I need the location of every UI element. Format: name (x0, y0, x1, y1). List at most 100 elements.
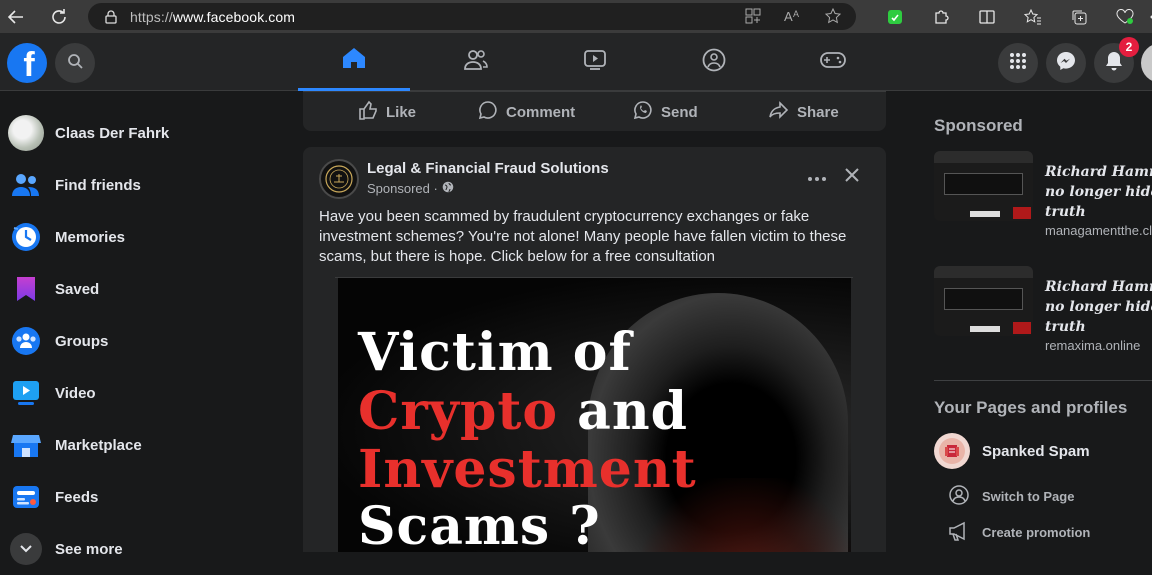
search-button[interactable] (55, 43, 95, 83)
headline-line-4: Scams ? (358, 500, 601, 552)
ad-domain: managamentthe.cl (1045, 223, 1152, 238)
ad-thumbnail[interactable] (934, 266, 1033, 336)
sidebar-item-label: Feeds (55, 489, 98, 506)
comment-button[interactable]: Comment (478, 92, 575, 132)
sponsored-label[interactable]: Sponsored · (367, 181, 438, 196)
groups-icon (702, 48, 726, 77)
close-icon (844, 167, 860, 188)
svg-text:A: A (784, 9, 793, 24)
sidebar-item-feeds[interactable]: Feeds (8, 471, 278, 523)
collections-icon[interactable] (1056, 0, 1102, 33)
reload-icon[interactable] (44, 0, 74, 33)
sidebar-item-label: Groups (55, 333, 108, 350)
sidebar-item-saved[interactable]: Saved (8, 263, 278, 315)
tab-friends[interactable] (420, 33, 532, 91)
friends-icon (464, 49, 488, 76)
tab-gaming[interactable] (777, 33, 889, 91)
sidebar-item-groups[interactable]: Groups (8, 315, 278, 367)
sidebar-item-label: Find friends (55, 177, 141, 194)
marketplace-icon (8, 427, 44, 463)
ad-title[interactable]: Richard Hammo no longer hides truth (1045, 277, 1152, 337)
sidebar-item-memories[interactable]: Memories (8, 211, 278, 263)
switch-to-page-button[interactable]: Switch to Page (948, 486, 1074, 506)
comment-icon (478, 100, 498, 124)
sidebar-item-label: See more (55, 541, 123, 558)
advertiser-name[interactable]: Legal & Financial Fraud Solutions (367, 160, 609, 177)
like-label: Like (386, 104, 416, 121)
share-button[interactable]: Share (769, 92, 839, 132)
menu-button[interactable] (998, 43, 1038, 83)
video-icon (583, 49, 607, 76)
notification-badge: 2 (1119, 37, 1139, 57)
bell-icon (1105, 51, 1123, 76)
home-icon (342, 47, 366, 74)
address-bar[interactable]: https://www.facebook.com AA (88, 3, 856, 30)
headline-word: Crypto (358, 381, 558, 442)
extensions-puzzle-icon[interactable] (918, 0, 964, 33)
messenger-icon (1056, 51, 1076, 76)
pages-heading: Your Pages and profiles (934, 398, 1127, 418)
facebook-header: f 2 (0, 33, 1152, 91)
post-options-button[interactable] (805, 165, 829, 189)
ad-title-line: Richard Hammo (1045, 277, 1152, 297)
ad-title-line: Richard Hammo (1045, 162, 1152, 182)
logo-letter: f (23, 47, 34, 83)
chevron-down-icon (8, 531, 44, 567)
video-icon (8, 375, 44, 411)
favorites-icon[interactable] (1010, 0, 1056, 33)
ad-title-line: no longer hides (1045, 297, 1152, 317)
more-icon[interactable] (1148, 0, 1152, 33)
sidebar-item-label: Saved (55, 281, 99, 298)
like-button[interactable]: Like (358, 92, 416, 132)
tab-video[interactable] (539, 33, 651, 91)
browser-health-icon[interactable] (1102, 0, 1148, 33)
like-icon (358, 100, 378, 124)
friends-icon (8, 167, 44, 203)
ad-domain: remaxima.online (1045, 338, 1140, 353)
tab-home[interactable] (298, 33, 410, 91)
sidebar-item-see-more[interactable]: See more (8, 523, 278, 575)
facebook-logo[interactable]: f (7, 43, 47, 83)
post-text: Have you been scammed by fraudulent cryp… (319, 207, 859, 267)
svg-text:A: A (793, 9, 799, 19)
lock-icon[interactable] (104, 10, 118, 24)
extension-green-icon[interactable] (872, 0, 918, 33)
headline-word: of (573, 322, 632, 383)
menu-grid-icon (1009, 52, 1027, 75)
groups-icon (8, 323, 44, 359)
headline-word: Victim (358, 322, 554, 383)
url-protocol: https:// (130, 9, 173, 25)
sponsored-heading: Sponsored (934, 116, 1023, 136)
search-icon (67, 53, 83, 74)
sidebar-item-label: Video (55, 385, 96, 402)
tab-groups[interactable] (658, 33, 770, 91)
app-grid-icon[interactable] (744, 7, 762, 25)
ad-image[interactable]: Victim of Crypto and Investment Scams ? (338, 278, 851, 552)
split-screen-icon[interactable] (964, 0, 1010, 33)
back-icon[interactable] (1, 0, 31, 33)
sidebar-item-profile[interactable]: Claas Der Fahrk (8, 107, 278, 159)
account-avatar[interactable] (1141, 43, 1152, 83)
sidebar-item-video[interactable]: Video (8, 367, 278, 419)
profile-avatar (8, 115, 44, 151)
advertiser-avatar[interactable] (319, 159, 359, 199)
sidebar-item-label: Memories (55, 229, 125, 246)
favorite-star-icon[interactable] (824, 7, 842, 25)
switch-profile-icon (948, 485, 970, 508)
ad-thumbnail[interactable] (934, 151, 1033, 221)
create-promotion-button[interactable]: Create promotion (948, 522, 1090, 542)
hide-post-button[interactable] (840, 165, 864, 189)
page-avatar[interactable] (934, 433, 970, 469)
sidebar-item-find-friends[interactable]: Find friends (8, 159, 278, 211)
share-icon (769, 100, 789, 124)
send-button[interactable]: Send (633, 92, 698, 132)
messenger-button[interactable] (1046, 43, 1086, 83)
saved-bookmark-icon (8, 271, 44, 307)
page-name[interactable]: Spanked Spam (982, 443, 1090, 460)
browser-toolbar: https://www.facebook.com AA (0, 0, 1152, 33)
ad-title[interactable]: Richard Hammo no longer hides truth (1045, 162, 1152, 222)
url-host: www.facebook.com (173, 9, 295, 25)
read-aloud-icon[interactable]: AA (784, 7, 802, 25)
headline-line-2: Crypto and (358, 385, 688, 439)
sidebar-item-marketplace[interactable]: Marketplace (8, 419, 278, 471)
